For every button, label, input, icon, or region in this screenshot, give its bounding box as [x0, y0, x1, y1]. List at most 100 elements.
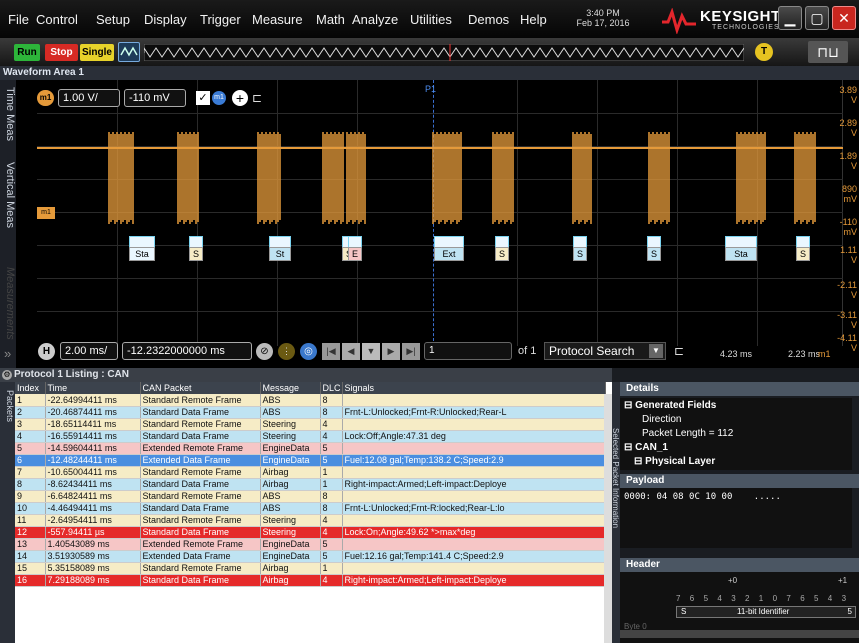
- tab-packets[interactable]: Packets: [0, 386, 15, 426]
- menu-math[interactable]: Math: [316, 12, 345, 27]
- packet-label[interactable]: St: [269, 247, 291, 261]
- autoscale-button[interactable]: [118, 42, 140, 62]
- packet-label[interactable]: Ext: [434, 247, 464, 261]
- menu-measure[interactable]: Measure: [252, 12, 303, 27]
- packet-label[interactable]: Sta: [129, 247, 155, 261]
- payload-ascii: .....: [753, 492, 781, 502]
- table-row[interactable]: 4 -16.55914411 ms Standard Data Frame Steer…: [15, 430, 606, 443]
- pin-icon[interactable]: ⊏: [674, 344, 684, 358]
- packet-label[interactable]: E: [348, 247, 362, 261]
- tab-time-meas[interactable]: Time Meas: [0, 84, 16, 144]
- table-cell: Fuel:12.08 gal;Temp:138.2 C;Speed:2.9: [342, 454, 606, 467]
- table-cell: Extended Remote Frame: [140, 442, 261, 455]
- menu-help[interactable]: Help: [520, 12, 547, 27]
- menu-analyze[interactable]: Analyze: [352, 12, 398, 27]
- tree-generated-fields[interactable]: ⊟ Generated Fields: [624, 400, 716, 411]
- clock-time: 3:40 PM: [586, 8, 620, 18]
- table-row[interactable]: 8 -8.62434411 ms Standard Data Frame Airbag…: [15, 478, 606, 491]
- horizontal-badge[interactable]: H: [38, 343, 55, 360]
- table-row[interactable]: 13 1.40543089 ms Extended Remote Frame Engi…: [15, 538, 606, 551]
- stop-nav-icon[interactable]: ▼: [362, 343, 380, 360]
- search-icon[interactable]: ◎: [300, 343, 317, 360]
- menu-display[interactable]: Display: [144, 12, 187, 27]
- header-scrollbar[interactable]: [620, 630, 859, 638]
- next-icon[interactable]: ▶: [382, 343, 400, 360]
- time-position-field[interactable]: -12.2322000000 ms: [122, 342, 252, 360]
- table-cell: Standard Data Frame: [140, 406, 261, 419]
- column-header[interactable]: Message: [260, 382, 321, 394]
- brand-name: KEYSIGHT: [700, 8, 781, 25]
- table-row[interactable]: 14 3.51930589 ms Extended Data Frame Engine…: [15, 550, 606, 563]
- packet-label[interactable]: S: [189, 247, 203, 261]
- menu-demos[interactable]: Demos: [468, 12, 509, 27]
- single-button[interactable]: Single: [80, 44, 114, 61]
- table-row[interactable]: 7 -10.65004411 ms Standard Remote Frame Air…: [15, 466, 606, 479]
- details-tree[interactable]: ⊟ Generated Fields Direction Packet Leng…: [620, 398, 852, 470]
- expand-icon[interactable]: »: [4, 346, 11, 361]
- table-row[interactable]: 10 -4.46494411 ms Standard Data Frame ABS 8 F…: [15, 502, 606, 515]
- tab-measurements[interactable]: Measurements: [0, 248, 16, 358]
- table-row[interactable]: 9 -6.64824411 ms Standard Remote Frame ABS 8: [15, 490, 606, 503]
- column-header[interactable]: CAN Packet: [140, 382, 261, 394]
- waveform-view-icon[interactable]: ⊓⊔: [808, 41, 848, 63]
- table-row[interactable]: 11 -2.64954411 ms Standard Remote Frame Ste…: [15, 514, 606, 527]
- tree-packet-length[interactable]: Packet Length = 112: [642, 428, 733, 439]
- prev-icon[interactable]: ◀: [342, 343, 360, 360]
- header-offset-0: +0: [728, 576, 738, 585]
- close-button[interactable]: ✕: [832, 6, 856, 30]
- menu-control[interactable]: Control: [36, 12, 78, 27]
- reference-icon[interactable]: ⋮: [278, 343, 295, 360]
- menu-utilities[interactable]: Utilities: [410, 12, 452, 27]
- table-row[interactable]: 6 -12.48244411 ms Extended Data Frame Engin…: [15, 454, 606, 467]
- packet-label[interactable]: S: [573, 247, 587, 261]
- table-cell: -14.59604411 ms: [45, 442, 141, 455]
- tree-direction[interactable]: Direction: [642, 414, 681, 425]
- menu-file[interactable]: File: [8, 12, 29, 27]
- maximize-button[interactable]: ▢: [805, 6, 829, 30]
- last-icon[interactable]: ▶|: [402, 343, 420, 360]
- trigger-overview-waveform[interactable]: [144, 44, 744, 61]
- tree-can-1[interactable]: ⊟ CAN_1: [624, 442, 668, 453]
- table-cell: Steering: [260, 514, 321, 527]
- table-cell: -12.48244411 ms: [45, 454, 141, 467]
- table-cell: [342, 466, 606, 479]
- table-cell: Standard Data Frame: [140, 478, 261, 491]
- column-header[interactable]: DLC: [320, 382, 343, 394]
- minimize-button[interactable]: ▁: [778, 6, 802, 30]
- stop-button[interactable]: Stop: [45, 44, 78, 61]
- column-header[interactable]: Time: [45, 382, 141, 394]
- packet-label[interactable]: Sta: [725, 247, 757, 261]
- protocol-search-dropdown[interactable]: Protocol Search ▼: [544, 342, 666, 360]
- column-header[interactable]: Index: [15, 382, 46, 394]
- packet-label[interactable]: S: [647, 247, 661, 261]
- packet-label[interactable]: S: [495, 247, 509, 261]
- search-page-field[interactable]: 1: [424, 342, 512, 360]
- menu-trigger[interactable]: Trigger: [200, 12, 241, 27]
- tab-vertical-meas[interactable]: Vertical Meas: [0, 150, 16, 240]
- table-row[interactable]: 3 -18.65114411 ms Standard Remote Frame Ste…: [15, 418, 606, 431]
- tab-selected-packet-info[interactable]: Selected Packet Information: [611, 388, 620, 568]
- time-scale-field[interactable]: 2.00 ms/: [60, 342, 118, 360]
- table-row[interactable]: 2 -20.46874411 ms Standard Data Frame ABS 8 F…: [15, 406, 606, 419]
- zoom-icon[interactable]: ⊘: [256, 343, 273, 360]
- run-button[interactable]: Run: [14, 44, 40, 61]
- table-row[interactable]: 12 -557.94411 µs Standard Data Frame Steeri…: [15, 526, 606, 539]
- protocol-decode-row: StaSStSEExtSSSStaS: [37, 80, 843, 346]
- table-cell: Frnt-L:Unlocked;Frnt-R:locked;Rear-L:lo: [342, 502, 606, 515]
- table-row[interactable]: 1 -22.64994411 ms Standard Remote Frame ABS…: [15, 394, 606, 407]
- first-icon[interactable]: |◀: [322, 343, 340, 360]
- trigger-badge[interactable]: T: [755, 43, 773, 61]
- packet-label[interactable]: S: [796, 247, 810, 261]
- table-row[interactable]: 16 7.29188089 ms Standard Data Frame Airbag…: [15, 574, 606, 587]
- tree-physical-layer[interactable]: ⊟ Physical Layer: [634, 456, 715, 467]
- menu-setup[interactable]: Setup: [96, 12, 130, 27]
- settings-gear-icon[interactable]: ⚙: [2, 370, 12, 380]
- protocol-listing-table[interactable]: Index Time CAN Packet Message DLC Signals 1 -2…: [15, 382, 612, 643]
- table-cell: Airbag: [260, 562, 321, 575]
- table-cell: [342, 514, 606, 527]
- table-row[interactable]: 15 5.35158089 ms Standard Remote Frame Airb…: [15, 562, 606, 575]
- header-bit-number: 3: [841, 594, 847, 603]
- payload-title: Payload: [620, 474, 859, 488]
- table-row[interactable]: 5 -14.59604411 ms Extended Remote Frame Eng…: [15, 442, 606, 455]
- column-header[interactable]: Signals: [342, 382, 606, 394]
